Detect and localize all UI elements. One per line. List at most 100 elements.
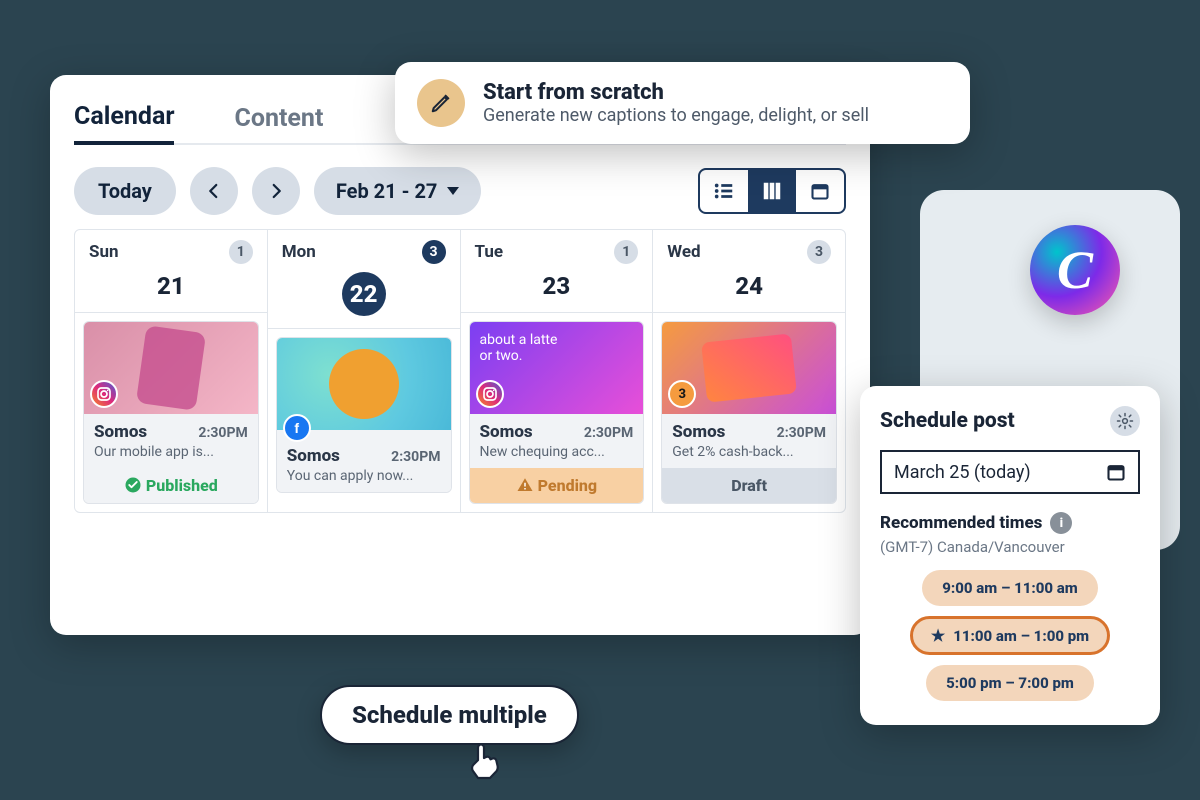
post-body: Somos 2:30PM New chequing acc...	[470, 414, 644, 468]
chevron-left-icon	[205, 182, 223, 200]
status-label: Draft	[731, 476, 767, 495]
gear-icon	[1116, 412, 1134, 430]
post-card[interactable]: about a latte or two. Somos 2:30PM New ch…	[469, 321, 645, 504]
calendar-panel: Calendar Content Today Feb 21 - 27	[50, 75, 870, 635]
stack-count-badge: 3	[668, 380, 696, 408]
post-excerpt: You can apply now...	[287, 468, 441, 484]
time-slots: 9:00 am – 11:00 am ★ 11:00 am – 1:00 pm …	[880, 570, 1140, 701]
post-excerpt: New chequing acc...	[480, 444, 634, 460]
date-range-label: Feb 21 - 27	[336, 179, 438, 203]
view-week-button[interactable]	[748, 170, 796, 212]
post-thumbnail	[84, 322, 258, 414]
recommended-times-header: Recommended times i	[880, 512, 1140, 534]
tab-calendar[interactable]: Calendar	[74, 102, 174, 145]
post-account: Somos	[672, 422, 725, 442]
post-status: Pending	[470, 468, 644, 503]
post-account: Somos	[94, 422, 147, 442]
post-count-badge: 3	[807, 240, 831, 264]
list-icon	[713, 180, 735, 202]
day-header: Mon 3 22	[268, 230, 460, 329]
day-name: Sun	[89, 242, 119, 262]
day-name: Mon	[282, 242, 316, 262]
calendar-toolbar: Today Feb 21 - 27	[74, 167, 846, 215]
date-range-button[interactable]: Feb 21 - 27	[314, 167, 482, 215]
rec-times-label: Recommended times	[880, 513, 1042, 533]
timezone-label: (GMT-7) Canada/Vancouver	[880, 538, 1140, 556]
info-icon[interactable]: i	[1050, 512, 1072, 534]
day-number: 24	[735, 272, 763, 300]
day-column-tue: Tue 1 23 about a latte or two. Somos 2:30…	[461, 230, 654, 512]
instagram-icon	[90, 380, 118, 408]
canva-logo: C	[1030, 225, 1120, 315]
facebook-icon: f	[283, 414, 311, 442]
star-icon: ★	[931, 626, 945, 645]
time-slot-featured[interactable]: ★ 11:00 am – 1:00 pm	[910, 616, 1110, 655]
prev-button[interactable]	[190, 167, 238, 215]
post-excerpt: Our mobile app is...	[94, 444, 248, 460]
day-number: 21	[157, 272, 185, 300]
chevron-down-icon	[447, 187, 459, 195]
pencil-icon	[417, 79, 465, 127]
callout-text: Start from scratch Generate new captions…	[483, 80, 869, 126]
start-from-scratch-callout[interactable]: Start from scratch Generate new captions…	[395, 62, 970, 144]
view-switcher	[698, 168, 846, 214]
post-status: Published	[84, 468, 258, 503]
post-count-badge: 3	[422, 240, 446, 264]
day-header: Tue 1 23	[461, 230, 653, 313]
status-label: Pending	[538, 476, 597, 495]
callout-title: Start from scratch	[483, 80, 869, 105]
check-circle-icon	[124, 476, 142, 494]
post-status: Draft	[662, 468, 836, 503]
week-grid: Sun 1 21 Somos2:30PM Our mobile app is..…	[74, 229, 846, 513]
calendar-icon	[810, 181, 830, 201]
view-month-button[interactable]	[796, 170, 844, 212]
instagram-icon	[476, 380, 504, 408]
post-card[interactable]: 3 Somos 2:30PM Get 2% cash-back... Draft	[661, 321, 837, 504]
day-column-mon: Mon 3 22 f Somos2:30PM You can apply now…	[268, 230, 461, 512]
image-placeholder	[329, 349, 399, 419]
cursor-hand-icon	[460, 738, 508, 786]
day-header: Sun 1 21	[75, 230, 267, 313]
date-picker[interactable]: March 25 (today)	[880, 450, 1140, 494]
status-label: Published	[146, 476, 218, 495]
image-placeholder	[701, 333, 797, 402]
day-column-wed: Wed 3 24 3 Somos 2:30PM Get 2% cash-back.…	[653, 230, 845, 512]
view-list-button[interactable]	[700, 170, 748, 212]
chevron-right-icon	[267, 182, 285, 200]
day-number: 22	[342, 272, 386, 316]
date-value: March 25 (today)	[894, 462, 1031, 483]
settings-button[interactable]	[1110, 406, 1140, 436]
calendar-icon	[1106, 462, 1126, 482]
warning-icon	[516, 476, 534, 494]
time-slot[interactable]: 9:00 am – 11:00 am	[922, 570, 1098, 606]
slot-label: 11:00 am – 1:00 pm	[953, 627, 1089, 645]
post-count-badge: 1	[229, 240, 253, 264]
schedule-multiple-button[interactable]: Schedule multiple	[320, 685, 579, 745]
schedule-title: Schedule post	[880, 409, 1015, 433]
time-slot[interactable]: 5:00 pm – 7:00 pm	[926, 665, 1094, 701]
post-thumbnail: 3	[662, 322, 836, 414]
post-body: Somos2:30PM Our mobile app is...	[84, 414, 258, 468]
post-thumbnail: f	[277, 338, 451, 430]
today-button[interactable]: Today	[74, 167, 176, 215]
post-time: 2:30PM	[777, 425, 826, 441]
post-account: Somos	[480, 422, 533, 442]
post-count-badge: 1	[614, 240, 638, 264]
thumb-text: about a latte or two.	[480, 332, 558, 364]
post-excerpt: Get 2% cash-back...	[672, 444, 826, 460]
day-name: Tue	[475, 242, 504, 262]
columns-icon	[761, 180, 783, 202]
post-card[interactable]: Somos2:30PM Our mobile app is... Publish…	[83, 321, 259, 504]
day-number: 23	[543, 272, 571, 300]
next-button[interactable]	[252, 167, 300, 215]
schedule-post-panel: Schedule post March 25 (today) Recommend…	[860, 386, 1160, 725]
post-time: 2:30PM	[584, 425, 633, 441]
day-column-sun: Sun 1 21 Somos2:30PM Our mobile app is..…	[75, 230, 268, 512]
callout-subtitle: Generate new captions to engage, delight…	[483, 105, 869, 126]
day-header: Wed 3 24	[653, 230, 845, 313]
post-thumbnail: about a latte or two.	[470, 322, 644, 414]
tab-content[interactable]: Content	[234, 104, 323, 143]
post-account: Somos	[287, 446, 340, 466]
post-card[interactable]: f Somos2:30PM You can apply now...	[276, 337, 452, 493]
image-placeholder	[136, 325, 206, 411]
